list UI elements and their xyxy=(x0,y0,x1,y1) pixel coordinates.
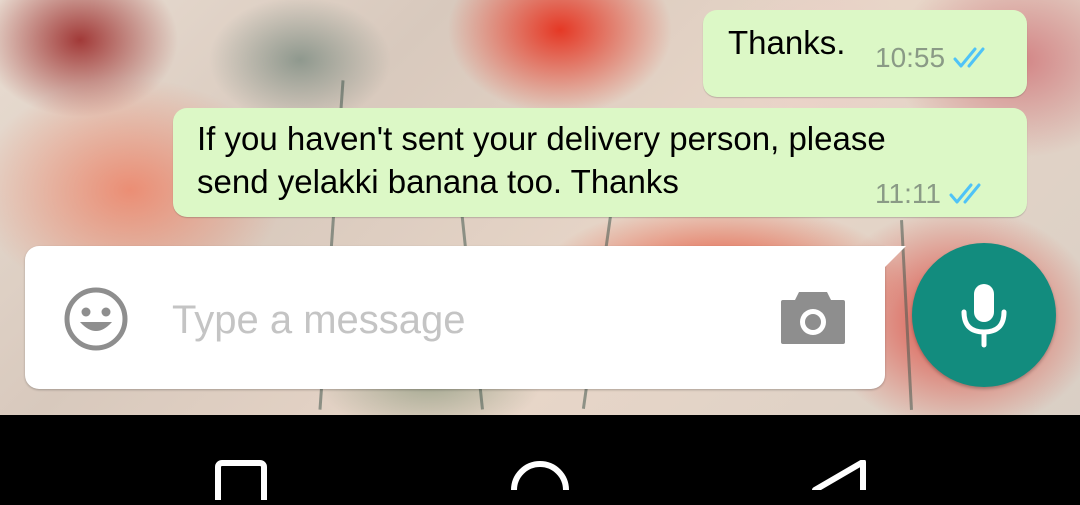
message-time: 10:55 xyxy=(875,42,946,73)
microphone-button[interactable] xyxy=(912,243,1056,387)
message-input[interactable] xyxy=(170,291,744,349)
composer-tail xyxy=(884,246,906,268)
message-text-line-2: send yelakki banana too. Thanks xyxy=(197,163,679,200)
message-composer xyxy=(25,246,885,389)
message-text: Thanks. xyxy=(728,24,846,61)
outgoing-message[interactable]: Thanks. 10:55 xyxy=(703,10,1027,97)
back-triangle-icon[interactable] xyxy=(810,459,866,505)
camera-icon[interactable] xyxy=(779,286,847,346)
outgoing-message[interactable]: If you haven't sent your delivery person… xyxy=(173,108,1027,217)
message-time: 11:11 xyxy=(875,178,941,209)
double-check-icon xyxy=(953,45,997,71)
double-check-icon xyxy=(949,181,993,207)
microphone-icon xyxy=(961,284,1007,348)
message-text-line-1: If you haven't sent your delivery person… xyxy=(197,120,886,157)
system-navigation-bar xyxy=(0,415,1080,505)
home-circle-icon[interactable] xyxy=(510,460,570,505)
smiley-icon[interactable] xyxy=(63,286,129,352)
recents-square-icon[interactable] xyxy=(215,460,267,505)
